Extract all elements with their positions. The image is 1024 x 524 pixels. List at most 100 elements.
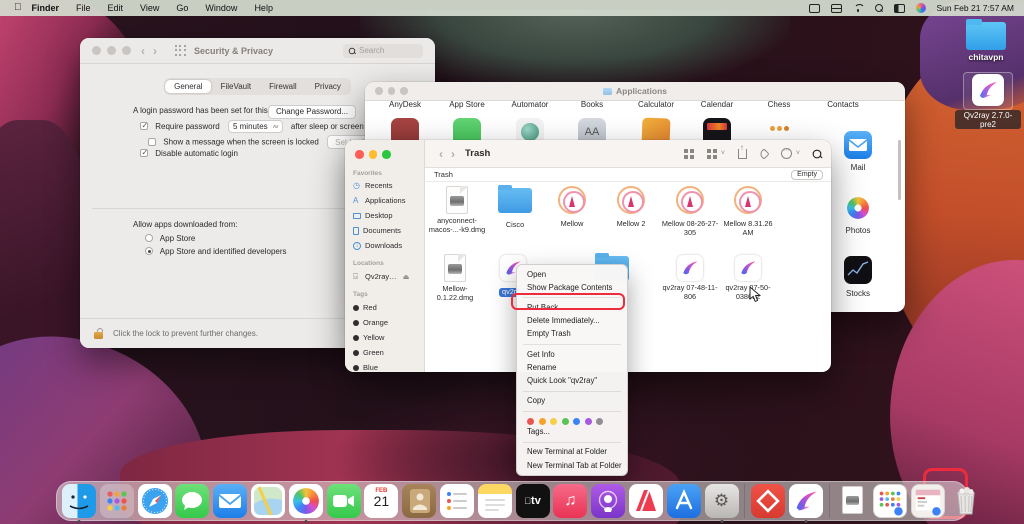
sidebar-tag-orange[interactable]: Orange	[353, 318, 388, 327]
menu-view[interactable]: View	[140, 3, 159, 13]
menu-edit[interactable]: Edit	[108, 3, 124, 13]
file-anyconnect-dmg[interactable]: anyconnect-macos-...-k9.dmg	[428, 184, 486, 234]
dock-messages-icon[interactable]	[175, 484, 209, 518]
sidebar-item-documents[interactable]: Documents	[353, 226, 401, 235]
app-label-anydesk[interactable]: AnyDesk	[375, 100, 435, 109]
close-button[interactable]	[92, 46, 101, 55]
app-label-calendar[interactable]: Calendar	[687, 100, 747, 109]
minimize-button[interactable]	[369, 150, 378, 159]
tag-purple[interactable]	[585, 418, 592, 425]
sidebar-item-downloads[interactable]: ↓Downloads	[353, 241, 402, 250]
show-all-icon[interactable]	[175, 45, 186, 56]
app-label-mail[interactable]: Mail	[828, 163, 888, 172]
more-actions-icon[interactable]	[781, 148, 792, 159]
app-label-books[interactable]: Books	[562, 100, 622, 109]
tag-green[interactable]	[562, 418, 569, 425]
mail-app-icon[interactable]	[844, 131, 872, 159]
scrollbar[interactable]	[898, 140, 901, 200]
dock-safari-icon[interactable]	[138, 484, 172, 518]
file-qv2ray-075003[interactable]: qv2ray 07-50-038692	[719, 252, 777, 301]
desktop-folder-chitavpn[interactable]: chitavpn	[963, 22, 1009, 62]
empty-trash-button[interactable]: Empty	[791, 170, 823, 180]
identified-developers-radio[interactable]	[145, 247, 153, 255]
icon-size-icon[interactable]	[684, 149, 694, 159]
sidebar-item-applications[interactable]: AApplications	[353, 196, 405, 205]
file-mellow-2[interactable]: Mellow 2	[602, 184, 660, 229]
file-mellow[interactable]: Mellow	[543, 184, 601, 229]
tag-blue[interactable]	[573, 418, 580, 425]
menu-clock[interactable]: Sun Feb 21 7:57 AM	[937, 3, 1015, 13]
dock-reminders-icon[interactable]	[440, 484, 474, 518]
tag-yellow[interactable]	[550, 418, 557, 425]
menu-item-copy[interactable]: Copy	[517, 395, 627, 408]
menu-item-empty-trash[interactable]: Empty Trash	[517, 328, 627, 341]
folder-cisco[interactable]: Cisco	[486, 184, 544, 230]
app-store-radio[interactable]	[145, 234, 153, 242]
file-mellow-83126[interactable]: Mellow 8.31.26 AM	[719, 184, 777, 237]
view-options-icon[interactable]	[707, 149, 717, 159]
app-label-appstore[interactable]: App Store	[437, 100, 497, 109]
dock-appstore-icon[interactable]	[667, 484, 701, 518]
show-message-checkbox[interactable]	[148, 138, 156, 146]
spotlight-icon[interactable]	[875, 4, 883, 12]
tag-icon[interactable]	[758, 148, 769, 159]
vpn-status-icon[interactable]	[916, 3, 926, 13]
back-icon[interactable]: ‹	[439, 147, 443, 161]
security-titlebar[interactable]: ‹ › Security & Privacy Search	[80, 38, 435, 64]
sidebar-item-desktop[interactable]: Desktop	[353, 211, 393, 220]
finder-toolbar[interactable]: ‹ › Trash ˅ ˅	[425, 140, 831, 168]
back-icon[interactable]: ‹	[141, 44, 145, 58]
dock-system-preferences-icon[interactable]: ⚙	[705, 484, 739, 518]
app-label-contacts[interactable]: Contacts	[813, 100, 873, 109]
sidebar-item-qv2ray-volume[interactable]: ⍈Qv2ray…⏏	[353, 272, 409, 281]
dock-maps-icon[interactable]	[251, 484, 285, 518]
sidebar-tag-red[interactable]: Red	[353, 303, 377, 312]
menu-item-new-terminal[interactable]: New Terminal at Folder	[517, 446, 627, 459]
dock-anydesk-icon[interactable]	[751, 484, 785, 518]
app-label-stocks[interactable]: Stocks	[828, 289, 888, 298]
file-mellow-dmg[interactable]: Mellow-0.1.22.dmg	[426, 252, 484, 302]
sidebar-tag-yellow[interactable]: Yellow	[353, 333, 384, 342]
tag-gray[interactable]	[596, 418, 603, 425]
disable-auto-login-checkbox[interactable]	[140, 149, 148, 157]
desktop-icon-qv2ray[interactable]: Qv2ray 2.7.0-pre2	[955, 72, 1021, 132]
dock-minimized-finder-window[interactable]	[911, 484, 945, 518]
dock-photos-icon[interactable]	[289, 484, 323, 518]
unlock-icon[interactable]	[94, 329, 105, 339]
wifi-icon[interactable]	[853, 4, 864, 12]
tab-firewall[interactable]: Firewall	[260, 80, 306, 93]
delay-select[interactable]: 5 minutes˄˅	[228, 120, 283, 133]
menu-finder[interactable]: Finder	[32, 3, 60, 13]
dock-finder-icon[interactable]	[62, 484, 96, 518]
tag-red[interactable]	[527, 418, 534, 425]
dock-facetime-icon[interactable]	[327, 484, 361, 518]
app-label-chess[interactable]: Chess	[749, 100, 809, 109]
tab-filevault[interactable]: FileVault	[212, 80, 261, 93]
menu-item-open[interactable]: Open	[517, 268, 627, 281]
file-mellow-0826[interactable]: Mellow 08-26-27-305	[661, 184, 719, 237]
display-icon[interactable]	[894, 4, 905, 13]
app-label-automator[interactable]: Automator	[500, 100, 560, 109]
dock-qv2ray-icon[interactable]	[789, 484, 823, 518]
dock-appletv-icon[interactable]: tv	[516, 484, 550, 518]
menu-item-get-info[interactable]: Get Info	[517, 348, 627, 361]
menu-item-new-terminal-tab[interactable]: New Terminal Tab at Folder	[517, 459, 627, 472]
sidebar-tag-blue[interactable]: Blue	[353, 363, 378, 372]
dock-calendar-icon[interactable]: FEB 21	[364, 484, 398, 518]
apple-menu-icon[interactable]: 	[14, 0, 22, 16]
menu-file[interactable]: File	[76, 3, 91, 13]
menu-go[interactable]: Go	[176, 3, 188, 13]
dock-music-icon[interactable]: ♫	[553, 484, 587, 518]
dock-podcasts-icon[interactable]	[591, 484, 625, 518]
menu-item-delete-immediately[interactable]: Delete Immediately...	[517, 315, 627, 328]
sidebar-tag-green[interactable]: Green	[353, 348, 384, 357]
app-label-calculator[interactable]: Calculator	[626, 100, 686, 109]
share-icon[interactable]	[738, 149, 747, 159]
dock-mail-icon[interactable]	[213, 484, 247, 518]
menu-item-rename[interactable]: Rename	[517, 361, 627, 374]
minimize-button[interactable]	[107, 46, 116, 55]
dock-document-icon[interactable]	[836, 484, 870, 518]
input-source-icon[interactable]	[809, 4, 820, 13]
file-qv2ray-074811[interactable]: qv2ray 07-48-11-806	[661, 252, 719, 301]
dock-trash-icon[interactable]	[949, 484, 983, 518]
